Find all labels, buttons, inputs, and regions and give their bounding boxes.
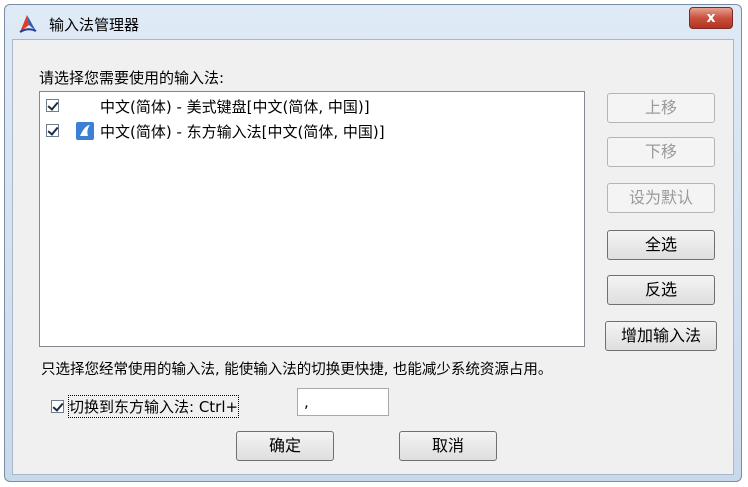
window-title: 输入法管理器 xyxy=(49,16,140,34)
close-icon: x xyxy=(706,10,716,26)
list-item[interactable]: 中文(简体) - 东方输入法[中文(简体, 中国)] xyxy=(40,120,580,142)
list-prompt: 请选择您需要使用的输入法: xyxy=(39,69,225,87)
dongfang-ime-icon xyxy=(76,122,94,140)
shortcut-checkbox[interactable] xyxy=(51,400,64,413)
hint-text: 只选择您经常使用的输入法, 能使输入法的切换更快捷, 也能减少系统资源占用。 xyxy=(41,362,553,378)
dialog-body: 请选择您需要使用的输入法: 中文(简体) - 美式键盘[中文(简体, 中国)] … xyxy=(12,39,734,475)
ime-manager-window: 输入法管理器 x 请选择您需要使用的输入法: 中文(简体) - 美式键盘[中文(… xyxy=(4,4,742,482)
shortcut-key-input[interactable]: , xyxy=(297,388,389,416)
ime-label: 中文(简体) - 东方输入法[中文(简体, 中国)] xyxy=(100,123,385,141)
move-down-button[interactable]: 下移 xyxy=(607,137,715,167)
title-bar[interactable]: 输入法管理器 x xyxy=(5,5,741,39)
dongfang-app-icon xyxy=(19,15,37,33)
close-button[interactable]: x xyxy=(689,7,733,29)
ok-button[interactable]: 确定 xyxy=(236,431,334,461)
select-all-button[interactable]: 全选 xyxy=(607,230,715,260)
shortcut-label: 切换到东方输入法: Ctrl+ xyxy=(67,395,240,418)
set-default-button[interactable]: 设为默认 xyxy=(607,183,715,213)
cancel-button[interactable]: 取消 xyxy=(399,431,497,461)
invert-selection-button[interactable]: 反选 xyxy=(607,275,715,305)
ime-checkbox[interactable] xyxy=(46,99,59,112)
move-up-button[interactable]: 上移 xyxy=(607,93,715,123)
ime-label: 中文(简体) - 美式键盘[中文(简体, 中国)] xyxy=(100,98,370,116)
list-item[interactable]: 中文(简体) - 美式键盘[中文(简体, 中国)] xyxy=(40,95,580,117)
ime-checkbox[interactable] xyxy=(46,124,59,137)
ime-list[interactable]: 中文(简体) - 美式键盘[中文(简体, 中国)] 中文(简体) - 东方输入法… xyxy=(39,91,585,347)
add-ime-button[interactable]: 增加输入法 xyxy=(605,321,717,351)
